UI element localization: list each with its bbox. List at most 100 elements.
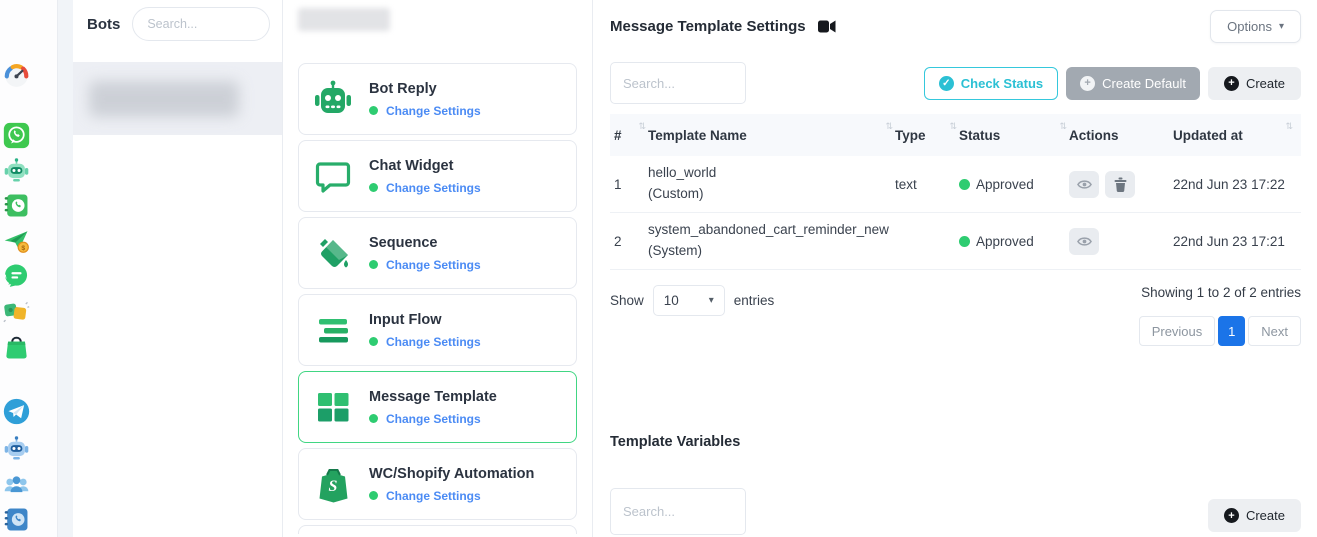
pagination-row: Show 10▾ entries Showing 1 to 2 of 2 ent… (610, 285, 1301, 346)
col-header-name[interactable]: Template Name⇅ (648, 128, 895, 143)
robot-green-icon[interactable] (3, 157, 30, 184)
card-title: Sequence (369, 235, 481, 251)
redacted-bot-name (89, 81, 239, 117)
create-default-label: Create Default (1102, 76, 1186, 91)
previous-page-button[interactable]: Previous (1139, 316, 1216, 346)
change-settings-link[interactable]: Change Settings (386, 412, 481, 426)
variables-search-input[interactable] (610, 488, 746, 535)
change-settings-link[interactable]: Change Settings (386, 104, 481, 118)
telegram-icon[interactable] (3, 398, 30, 425)
card-wc-shopify-automation[interactable]: S WC/Shopify Automation Change Settings (298, 448, 577, 520)
col-header-actions: Actions (1069, 128, 1173, 143)
shopping-bag-icon[interactable] (3, 334, 30, 361)
create-label: Create (1246, 76, 1285, 91)
template-origin: (System) (648, 241, 895, 262)
template-variables-title: Template Variables (610, 434, 1301, 450)
view-button[interactable] (1069, 228, 1099, 255)
trash-icon (1113, 177, 1128, 192)
col-header-status[interactable]: Status⇅ (959, 128, 1069, 143)
settings-panel: Bot Reply Change Settings Chat Widget Ch… (283, 0, 593, 537)
svg-text:$: $ (21, 245, 25, 252)
robot-blue-icon[interactable] (3, 435, 30, 462)
change-settings-link[interactable]: Change Settings (386, 489, 481, 503)
video-tutorial-icon[interactable] (818, 20, 836, 33)
row-actions (1069, 228, 1173, 255)
check-status-button[interactable]: ✓Check Status (924, 67, 1058, 100)
templates-table: #⇅ Template Name⇅ Type⇅ Status⇅ Actions … (610, 114, 1301, 270)
plus-circle-icon: + (1224, 76, 1239, 91)
bots-panel-header: Bots (73, 0, 282, 62)
template-name: system_abandoned_cart_reminder_new (648, 220, 895, 241)
whatsapp-icon[interactable] (3, 122, 30, 149)
row-status: Approved (959, 177, 1069, 192)
row-num: 1 (614, 177, 648, 192)
bot-reply-icon (313, 79, 353, 119)
panel-gap (58, 0, 73, 537)
card-title: Chat Widget (369, 158, 481, 174)
status-dot (369, 337, 378, 346)
card-partial-next (298, 525, 577, 534)
show-label: Show (610, 293, 644, 308)
sort-icon: ⇅ (885, 121, 893, 132)
page-size-select[interactable]: 10▾ (653, 285, 725, 316)
create-variable-button[interactable]: +Create (1208, 499, 1301, 532)
template-search-input[interactable] (610, 62, 746, 104)
card-title: Bot Reply (369, 81, 481, 97)
status-dot (369, 260, 378, 269)
col-header-num[interactable]: #⇅ (614, 128, 648, 143)
approved-dot (959, 236, 970, 247)
app-icon-rail: $ (0, 0, 58, 537)
create-button[interactable]: + Create (1208, 67, 1301, 100)
message-template-icon (313, 387, 353, 427)
eye-icon (1077, 234, 1092, 249)
input-flow-icon (313, 310, 353, 350)
chat-bubble-icon[interactable] (3, 262, 30, 289)
card-title: Message Template (369, 389, 497, 405)
bots-search-input[interactable] (132, 7, 270, 41)
page-1-button[interactable]: 1 (1218, 316, 1245, 346)
bots-panel: Bots (73, 0, 283, 537)
card-input-flow[interactable]: Input Flow Change Settings (298, 294, 577, 366)
team-icon[interactable] (3, 471, 30, 498)
template-name: hello_world (648, 163, 895, 184)
app-window: $ Bots Bot Reply Change Settings (0, 0, 1317, 537)
next-page-button[interactable]: Next (1248, 316, 1301, 346)
change-settings-link[interactable]: Change Settings (386, 258, 481, 272)
template-origin: (Custom) (648, 184, 895, 205)
row-updated: 22nd Jun 23 17:21 (1173, 234, 1295, 249)
card-message-template[interactable]: Message Template Change Settings (298, 371, 577, 443)
dashboard-gauge-icon[interactable] (3, 62, 30, 89)
options-button[interactable]: Options▾ (1210, 10, 1301, 43)
view-button[interactable] (1069, 171, 1099, 198)
card-sequence[interactable]: Sequence Change Settings (298, 217, 577, 289)
integrations-icon[interactable] (3, 299, 30, 326)
col-header-updated[interactable]: Updated at⇅ (1173, 128, 1295, 143)
page-title: Message Template Settings (610, 18, 806, 35)
template-variables-section: Template Variables +Create (610, 434, 1301, 535)
page-size-value: 10 (664, 293, 679, 308)
sort-icon: ⇅ (638, 121, 646, 132)
approved-dot (959, 179, 970, 190)
create-default-button[interactable]: +Create Default (1066, 67, 1200, 100)
template-toolbar: ✓Check Status +Create Default + Create (610, 62, 1301, 104)
card-bot-reply[interactable]: Bot Reply Change Settings (298, 63, 577, 135)
contacts-green-icon[interactable] (3, 192, 30, 219)
row-template-name: system_abandoned_cart_reminder_new (Syst… (648, 220, 895, 262)
main-titlebar: Message Template Settings Options▾ (610, 8, 1301, 44)
card-chat-widget[interactable]: Chat Widget Change Settings (298, 140, 577, 212)
contacts-blue-icon[interactable] (3, 506, 30, 533)
redacted-panel-title (298, 8, 390, 31)
bot-list-item-selected[interactable] (73, 62, 282, 135)
send-plane-icon[interactable]: $ (3, 227, 30, 254)
change-settings-link[interactable]: Change Settings (386, 181, 481, 195)
col-header-type[interactable]: Type⇅ (895, 128, 959, 143)
change-settings-link[interactable]: Change Settings (386, 335, 481, 349)
row-status: Approved (959, 234, 1069, 249)
eye-icon (1077, 177, 1092, 192)
entries-summary: Showing 1 to 2 of 2 entries (1141, 285, 1301, 300)
entries-label: entries (734, 293, 775, 308)
options-label: Options (1227, 19, 1272, 34)
status-dot (369, 491, 378, 500)
card-title: Input Flow (369, 312, 481, 328)
delete-button[interactable] (1105, 171, 1135, 198)
